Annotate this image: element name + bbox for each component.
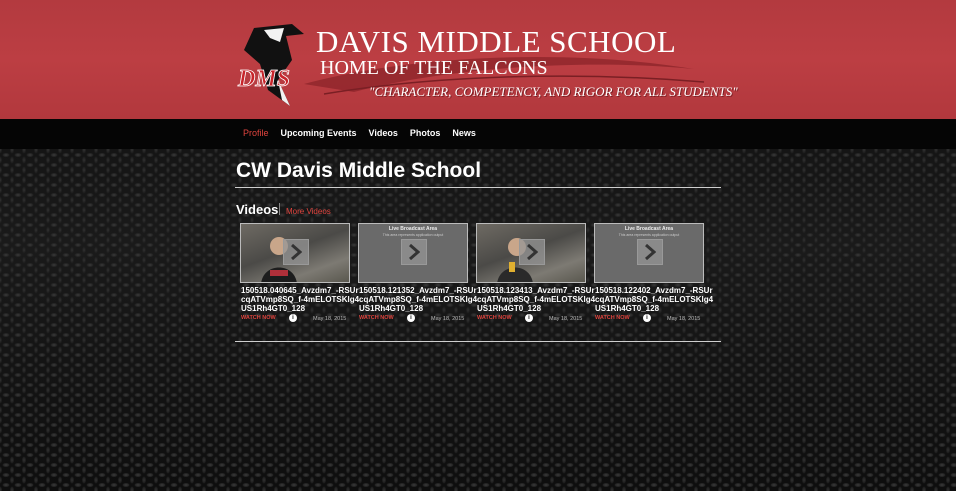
play-button[interactable] bbox=[519, 239, 545, 265]
video-title[interactable]: 150518.123413_Avzdm7_-RSUrcqATVmp8SQ_f-4… bbox=[477, 286, 597, 313]
watch-now-link[interactable]: WATCH NOW bbox=[241, 315, 276, 321]
video-thumbnail[interactable] bbox=[476, 223, 586, 283]
video-thumbnail[interactable] bbox=[240, 223, 350, 283]
chevron-right-icon bbox=[291, 244, 302, 260]
play-button[interactable] bbox=[283, 239, 309, 265]
school-name: DAVIS MIDDLE SCHOOL bbox=[316, 24, 677, 59]
divider bbox=[235, 187, 721, 188]
falcon-logo: DMS bbox=[237, 24, 304, 106]
school-motto: "CHARACTER, COMPETENCY, AND RIGOR FOR AL… bbox=[369, 84, 738, 99]
video-date: May 18, 2015 bbox=[549, 316, 583, 322]
logo-text: DMS bbox=[237, 66, 290, 92]
heading-separator bbox=[279, 203, 280, 215]
slate-title: Live Broadcast Area bbox=[388, 226, 438, 232]
video-title[interactable]: 150518.122402_Avzdm7_-RSUrcqATVmp8SQ_f-4… bbox=[595, 286, 715, 313]
nav-item-profile[interactable]: Profile bbox=[243, 128, 269, 138]
nav-item-news[interactable]: News bbox=[452, 128, 476, 138]
header-banner: DMS DAVIS MIDDLE SCHOOL HOME OF THE FALC… bbox=[0, 0, 956, 119]
slate-subtitle: This area represents application output bbox=[618, 233, 680, 237]
watch-now-link[interactable]: WATCH NOW bbox=[477, 315, 512, 321]
slate-title: Live Broadcast Area bbox=[624, 226, 674, 232]
video-thumbnail[interactable]: Live Broadcast Area This area represents… bbox=[594, 223, 704, 283]
videos-heading: Videos bbox=[236, 202, 279, 217]
nav-item-upcoming-events[interactable]: Upcoming Events bbox=[281, 128, 357, 138]
chevron-right-icon bbox=[527, 244, 538, 260]
video-title[interactable]: 150518.040645_Avzdm7_-RSUrcqATVmp8SQ_f-4… bbox=[241, 286, 361, 313]
play-button[interactable] bbox=[401, 239, 427, 265]
video-title[interactable]: 150518.121352_Avzdm7_-RSUrcqATVmp8SQ_f-4… bbox=[359, 286, 479, 313]
page-title: CW Davis Middle School bbox=[236, 159, 482, 182]
video-date: May 18, 2015 bbox=[667, 316, 701, 322]
more-videos-link[interactable]: More Videos bbox=[286, 207, 331, 216]
info-icon[interactable]: i bbox=[289, 314, 297, 322]
nav-item-videos[interactable]: Videos bbox=[369, 128, 398, 138]
chevron-right-icon bbox=[645, 244, 656, 260]
video-thumbnail[interactable]: Live Broadcast Area This area represents… bbox=[358, 223, 468, 283]
watch-now-link[interactable]: WATCH NOW bbox=[359, 315, 394, 321]
nav-item-photos[interactable]: Photos bbox=[410, 128, 441, 138]
school-subtitle: HOME OF THE FALCONS bbox=[320, 57, 548, 79]
video-date: May 18, 2015 bbox=[431, 316, 465, 322]
video-date: May 18, 2015 bbox=[313, 316, 347, 322]
slate-subtitle: This area represents application output bbox=[382, 233, 444, 237]
watch-now-link[interactable]: WATCH NOW bbox=[595, 315, 630, 321]
info-icon[interactable]: i bbox=[407, 314, 415, 322]
main-navigation: Profile Upcoming Events Videos Photos Ne… bbox=[0, 119, 956, 149]
play-button[interactable] bbox=[637, 239, 663, 265]
chevron-right-icon bbox=[409, 244, 420, 260]
info-icon[interactable]: i bbox=[525, 314, 533, 322]
divider bbox=[235, 341, 721, 342]
info-icon[interactable]: i bbox=[643, 314, 651, 322]
banner-branding: DMS DAVIS MIDDLE SCHOOL HOME OF THE FALC… bbox=[234, 14, 738, 114]
